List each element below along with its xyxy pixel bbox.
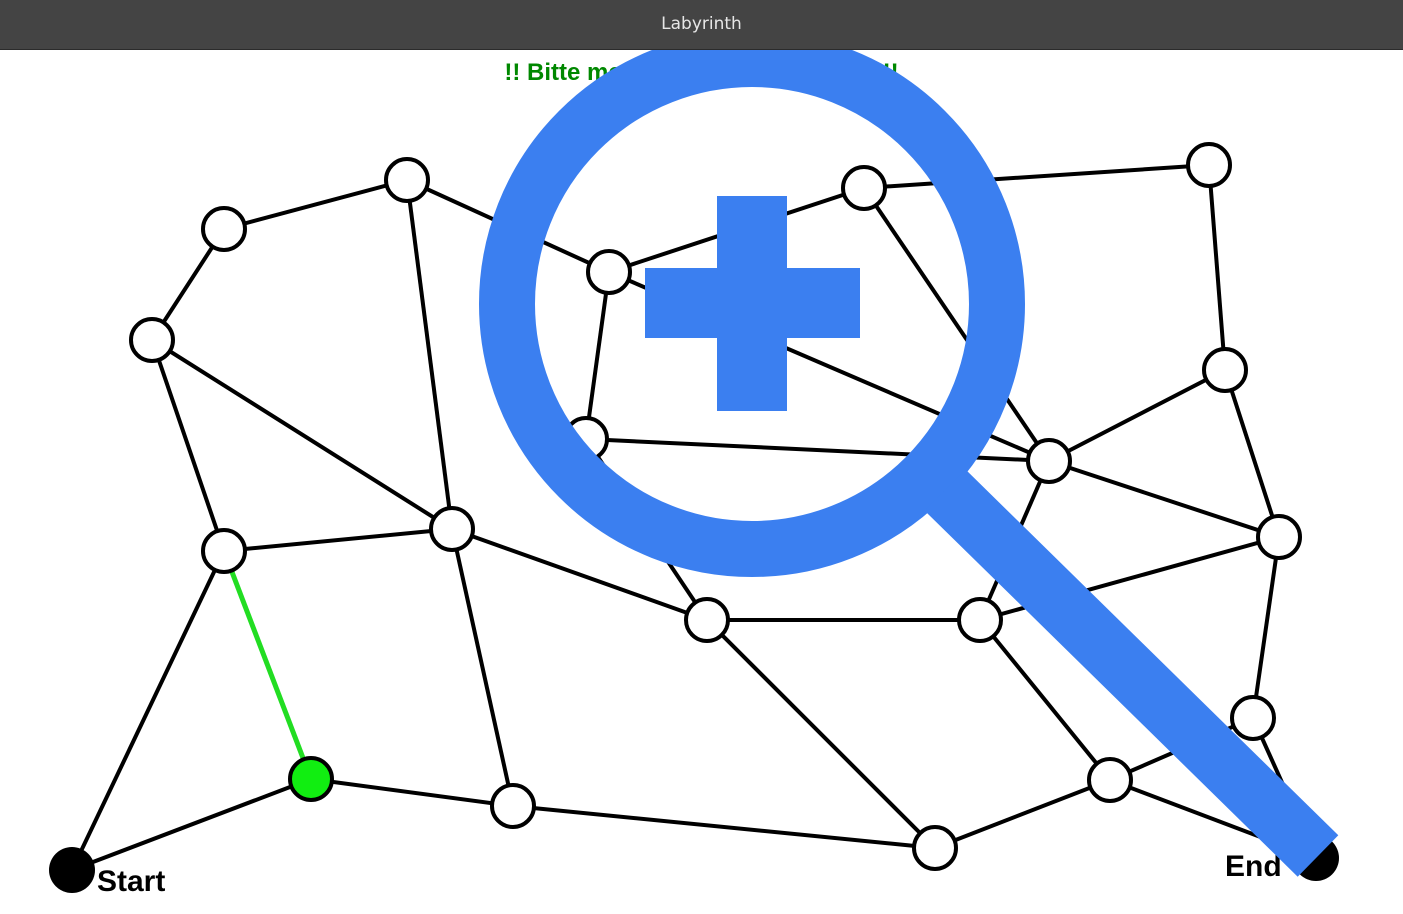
- maze-edge: [512, 804, 936, 850]
- maze-node[interactable]: [1256, 514, 1302, 560]
- maze-edge: [223, 178, 408, 231]
- maze-node[interactable]: [684, 597, 730, 643]
- maze-node[interactable]: [201, 206, 247, 252]
- window-titlebar: Labyrinth: [0, 0, 1403, 50]
- maze-edge: [1223, 369, 1281, 538]
- maze-edge: [863, 163, 1210, 190]
- maze-edge-visited: [221, 550, 314, 780]
- maze-edge: [450, 528, 515, 807]
- maze-edge: [934, 778, 1111, 850]
- maze-node[interactable]: [129, 317, 175, 363]
- window-title: Labyrinth: [661, 14, 742, 34]
- maze-edge: [150, 339, 226, 552]
- maze-node[interactable]: [201, 528, 247, 574]
- maze-node[interactable]: [586, 249, 632, 295]
- maze-graph: Start End: [49, 142, 1339, 898]
- maze-node[interactable]: [1087, 757, 1133, 803]
- start-label: Start: [97, 865, 165, 898]
- maze-edge: [405, 179, 454, 530]
- maze-edge: [1048, 368, 1226, 463]
- maze-edge: [1251, 536, 1281, 719]
- maze-node[interactable]: [841, 165, 887, 211]
- maze-edge: [584, 271, 611, 440]
- maze-node[interactable]: [490, 783, 536, 829]
- maze-edge: [705, 618, 937, 850]
- end-label: End: [1225, 850, 1282, 883]
- current-position-node: [288, 756, 334, 802]
- maze-node[interactable]: [1186, 142, 1232, 188]
- maze-edge: [310, 777, 514, 808]
- maze-canvas-area: Start End !! Bitte merken Sie sich den W…: [0, 50, 1403, 914]
- maze-node[interactable]: [1026, 438, 1072, 484]
- maze-node[interactable]: [912, 825, 958, 871]
- maze-edge: [223, 527, 453, 553]
- maze-edge: [150, 338, 454, 531]
- maze-node[interactable]: [1202, 347, 1248, 393]
- maze-node[interactable]: [1230, 695, 1276, 741]
- maze-edge: [1207, 164, 1227, 371]
- maze-edge: [1048, 459, 1280, 539]
- maze-node[interactable]: [384, 157, 430, 203]
- maze-node[interactable]: [429, 506, 475, 552]
- start-node: [49, 847, 95, 893]
- maze-node[interactable]: [957, 597, 1003, 643]
